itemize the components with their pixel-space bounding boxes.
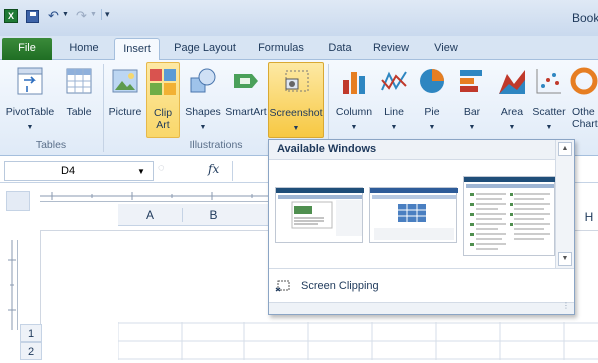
- pivottable-dropdown-icon: ▼: [26, 124, 34, 131]
- line-label: Line: [384, 106, 404, 118]
- scatter-dropdown-icon: ▼: [545, 124, 553, 131]
- name-box-dropdown-icon[interactable]: ▼: [137, 167, 145, 176]
- tab-home[interactable]: Home: [64, 38, 104, 60]
- scatter-label: Scatter: [532, 106, 566, 118]
- bar-label: Bar: [463, 106, 481, 118]
- name-box[interactable]: D4 ▼: [4, 161, 154, 181]
- available-windows-label: Available Windows: [277, 143, 377, 155]
- pie-label: Pie: [424, 106, 440, 118]
- area-dropdown-icon: ▼: [508, 124, 516, 131]
- clip-art-label: Clip Art: [153, 107, 173, 131]
- window-thumbnail-1[interactable]: [275, 187, 364, 243]
- picture-button[interactable]: Picture: [106, 62, 144, 138]
- select-all-corner[interactable]: [6, 191, 30, 211]
- title-bar: X ↶ ▼ ↷ ▼ ▾ Book: [0, 0, 598, 36]
- clip-art-icon: [148, 67, 178, 97]
- clip-art-button[interactable]: Clip Art: [146, 62, 180, 138]
- screenshot-icon: [281, 67, 311, 97]
- pie-chart-icon: [417, 66, 447, 96]
- tab-formulas[interactable]: Formulas: [252, 38, 310, 60]
- other-charts-icon: [570, 66, 598, 96]
- formula-input[interactable]: [232, 161, 268, 181]
- window-thumbnail-2[interactable]: [369, 187, 458, 243]
- pivottable-icon: [15, 66, 45, 96]
- scatter-chart-icon: [534, 66, 564, 96]
- scroll-down-icon[interactable]: ▼: [558, 252, 572, 266]
- pie-dropdown-icon: ▼: [428, 124, 436, 131]
- undo-dropdown-icon[interactable]: ▼: [62, 11, 69, 18]
- column-header-a[interactable]: A: [118, 208, 182, 222]
- undo-icon[interactable]: ↶: [48, 8, 59, 24]
- screenshot-dropdown-panel: Available Windows ▲ ▼ Screen Clipping ⋮: [268, 139, 575, 315]
- other-charts-label: OtheCharts: [572, 106, 598, 130]
- ribbon-tab-bar: File Home Insert Page Layout Formulas Da…: [0, 36, 598, 60]
- column-dropdown-icon: ▼: [350, 124, 358, 131]
- smartart-icon: [231, 66, 261, 96]
- tab-insert[interactable]: Insert: [114, 38, 160, 60]
- name-box-value: D4: [61, 165, 76, 177]
- column-chart-button[interactable]: Column ▼: [332, 62, 376, 138]
- line-chart-button[interactable]: Line ▼: [378, 62, 410, 138]
- available-windows-header: Available Windows: [269, 140, 555, 160]
- column-label: Column: [335, 106, 373, 118]
- area-chart-button[interactable]: Area ▼: [494, 62, 530, 138]
- cell-grid[interactable]: [117, 322, 598, 360]
- bar-chart-icon: [457, 66, 487, 96]
- redo-dropdown-icon: ▼: [90, 11, 97, 18]
- bar-chart-button[interactable]: Bar ▼: [454, 62, 490, 138]
- column-chart-icon: [339, 66, 369, 96]
- cancel-entry-icon: ◌: [158, 162, 165, 174]
- pie-chart-button[interactable]: Pie ▼: [414, 62, 450, 138]
- column-header-b[interactable]: B: [182, 208, 244, 222]
- table-button[interactable]: Table: [62, 62, 96, 138]
- scatter-chart-button[interactable]: Scatter ▼: [530, 62, 568, 138]
- shapes-icon: [188, 66, 218, 96]
- dropdown-divider: [269, 268, 574, 269]
- shapes-label: Shapes: [185, 106, 221, 118]
- pivottable-label: PivotTable: [5, 106, 55, 118]
- window-title: Book: [572, 11, 598, 25]
- bar-dropdown-icon: ▼: [468, 124, 476, 131]
- area-chart-icon: [497, 66, 527, 96]
- resize-grip-icon[interactable]: ⋮: [269, 301, 574, 314]
- screenshot-dropdown-icon: ▼: [292, 125, 300, 132]
- insert-function-icon[interactable]: fx: [208, 162, 219, 176]
- row-header-2[interactable]: 2: [20, 342, 42, 360]
- smartart-button[interactable]: SmartArt: [224, 62, 268, 138]
- other-charts-button[interactable]: OtheCharts: [570, 62, 598, 138]
- tab-view[interactable]: View: [426, 38, 466, 60]
- tables-group-label: Tables: [35, 139, 67, 151]
- save-icon[interactable]: [26, 10, 39, 23]
- tab-file[interactable]: File: [2, 38, 52, 60]
- area-label: Area: [500, 106, 524, 118]
- screenshot-button[interactable]: Screenshot ▼: [268, 62, 324, 138]
- screen-clipping-icon: [275, 279, 291, 295]
- column-header-h[interactable]: H: [580, 210, 598, 224]
- dropdown-scrollbar[interactable]: ▲ ▼: [555, 140, 574, 268]
- window-thumbnail-3[interactable]: [463, 176, 556, 256]
- picture-label: Picture: [108, 106, 142, 118]
- line-chart-icon: [379, 66, 409, 96]
- vertical-ruler: [6, 240, 18, 330]
- screenshot-label: Screenshot: [269, 107, 323, 119]
- tab-review[interactable]: Review: [368, 38, 414, 60]
- customize-qat-icon[interactable]: ▾: [101, 9, 110, 20]
- screen-clipping-label: Screen Clipping: [301, 280, 379, 292]
- shapes-dropdown-icon: ▼: [199, 124, 207, 131]
- shapes-button[interactable]: Shapes ▼: [182, 62, 224, 138]
- screen-clipping-menu-item[interactable]: Screen Clipping: [269, 276, 574, 298]
- horizontal-ruler: [40, 186, 268, 202]
- table-label: Table: [66, 106, 92, 118]
- table-icon: [64, 66, 94, 96]
- picture-icon: [110, 66, 140, 96]
- redo-icon: ↷: [76, 8, 87, 23]
- excel-app-icon[interactable]: X: [4, 9, 18, 23]
- row-header-1[interactable]: 1: [20, 324, 42, 342]
- line-dropdown-icon: ▼: [390, 124, 398, 131]
- smartart-label: SmartArt: [225, 106, 267, 118]
- scroll-up-icon[interactable]: ▲: [558, 142, 572, 156]
- tab-data[interactable]: Data: [322, 38, 358, 60]
- pivottable-button[interactable]: PivotTable ▼: [2, 62, 58, 138]
- tab-page-layout[interactable]: Page Layout: [168, 38, 242, 60]
